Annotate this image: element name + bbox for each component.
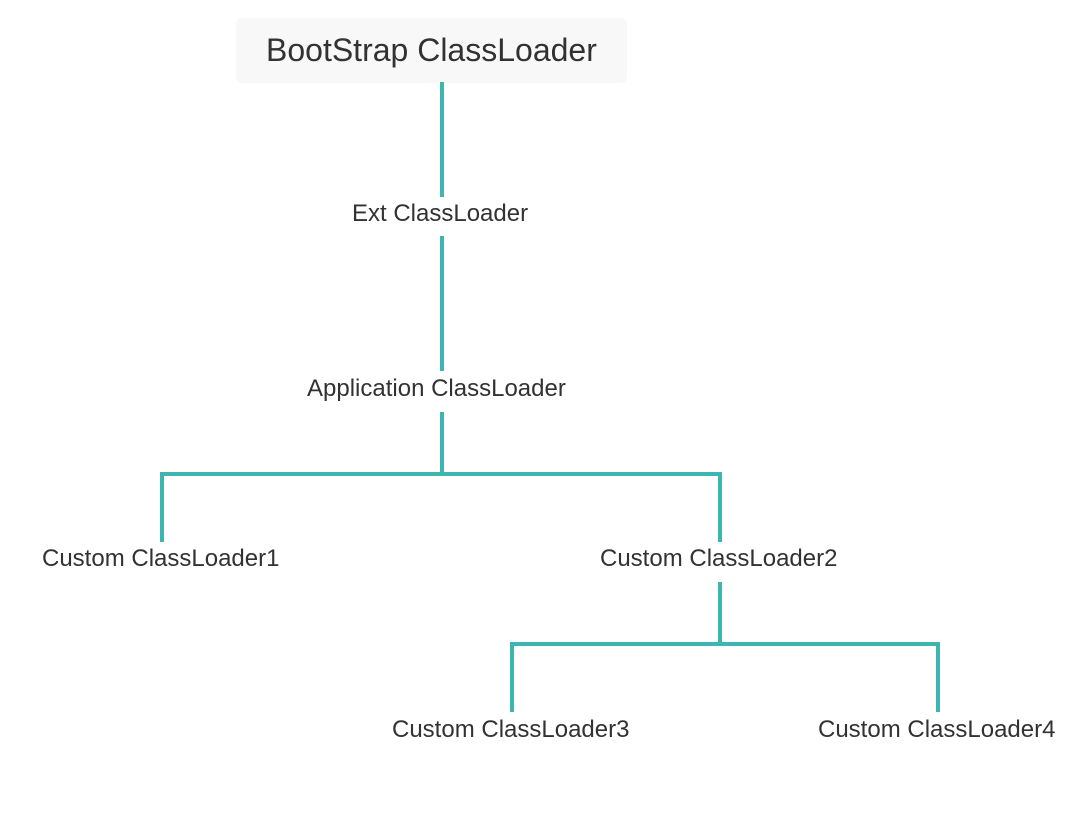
node-ext: Ext ClassLoader	[352, 200, 528, 228]
connector-to-custom4	[936, 642, 940, 712]
connector-app-hsplit	[160, 472, 722, 476]
node-custom4: Custom ClassLoader4	[818, 716, 1055, 744]
connector-ext-app	[440, 236, 444, 371]
connector-custom2-down	[718, 582, 722, 642]
node-bootstrap: BootStrap ClassLoader	[236, 18, 627, 83]
connector-to-custom3	[510, 642, 514, 712]
connector-custom2-hsplit	[510, 642, 940, 646]
connector-to-custom1	[160, 472, 164, 542]
connector-app-down	[440, 412, 444, 472]
node-custom2: Custom ClassLoader2	[600, 545, 837, 573]
node-custom1: Custom ClassLoader1	[42, 545, 279, 573]
connector-root-ext	[440, 82, 444, 197]
connector-to-custom2	[718, 472, 722, 542]
node-custom3: Custom ClassLoader3	[392, 716, 629, 744]
node-app: Application ClassLoader	[307, 375, 566, 403]
